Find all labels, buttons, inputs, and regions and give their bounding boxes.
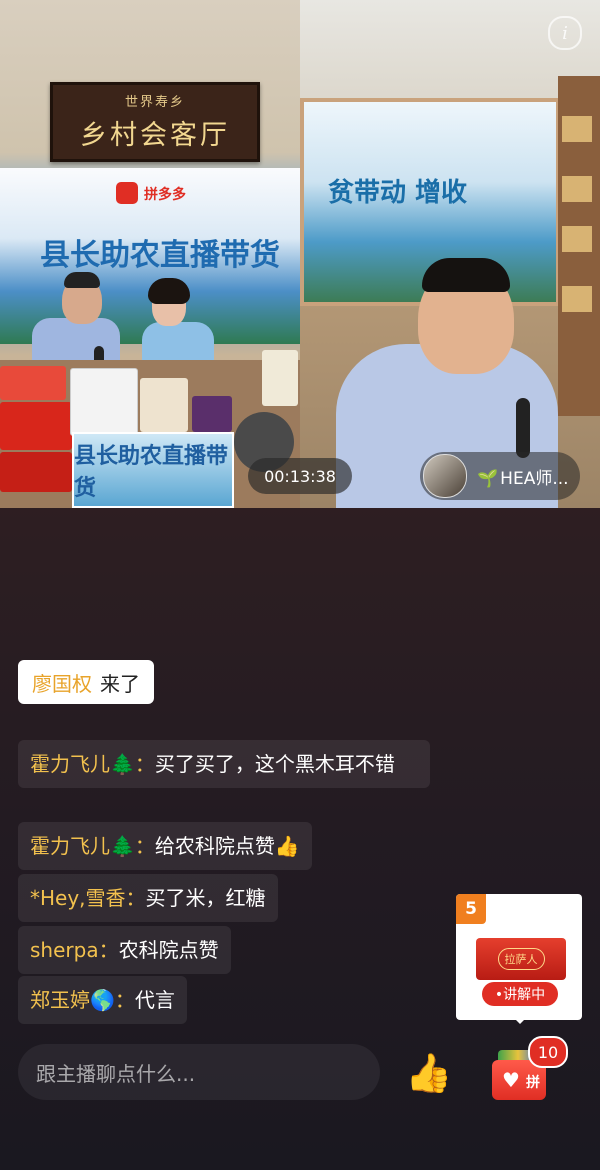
streamer-badge[interactable]: 🌱 HEA师... [420,452,580,500]
gift-box [0,366,66,400]
chat-user-name[interactable]: 霍力飞儿🌲： [30,752,155,776]
product-thumb-text: 拉萨人 [497,948,545,970]
cart-pin-label: 拼 [526,1075,540,1091]
heart-icon: ♥ [502,1068,520,1092]
product-banner: 县长助农直播带货 [72,432,234,508]
info-icon[interactable]: i [548,16,582,50]
chat-message: 郑玉婷🌎：代言 [18,976,187,1024]
join-user-name[interactable]: 廖国权 [32,668,92,697]
chat-input[interactable]: 跟主播聊点什么... [18,1044,380,1100]
microphone-icon [516,398,530,458]
chat-message: 霍力飞儿🌲：买了买了，这个黑木耳不错 [18,740,430,788]
chat-message: *Hey,雪香：买了米，红糖 [18,874,278,922]
leaf-icon: 🌱 [477,468,499,489]
sign-subtitle: 世界寿乡 [124,95,185,110]
hanging-sign: 世界寿乡 乡村会客厅 [50,82,260,162]
product-thumbnail[interactable]: 拉萨人 [476,938,566,980]
live-timer: 00:13:38 [248,458,352,494]
host-left-hair [64,272,100,288]
live-video[interactable]: 世界寿乡 乡村会客厅 拼多多 县长助农直播带货 县长助农直播带货 贫带动 增收 [0,0,600,508]
chat-text: 给农科院点赞👍 [154,834,300,858]
banner-title: 县长助农直播带货 [40,238,280,273]
pinduoduo-logo-icon [116,182,138,204]
product-index-badge: 5 [456,894,486,924]
chat-user-name[interactable]: 霍力飞儿🌲： [30,834,155,858]
like-icon[interactable]: 👍 [404,1048,454,1098]
right-banner-title: 贫带动 增收 [328,178,468,208]
chat-user-name[interactable]: 郑玉婷🌎： [30,988,135,1012]
right-camera-feed: 贫带动 增收 [300,0,600,508]
chat-text: 买了买了，这个黑木耳不错 [154,752,395,776]
product-bag [140,378,188,432]
speaker-hair [422,258,510,292]
chat-user-name[interactable]: *Hey,雪香： [30,886,146,910]
host-right-hair [148,278,190,304]
banner-brand: 拼多多 [144,187,186,203]
card-pointer [512,1016,528,1024]
product-jar [192,396,232,432]
product-banner-text: 县长助农直播带货 [74,443,229,501]
chat-text: 代言 [134,988,175,1012]
bookshelf [558,76,600,416]
avatar[interactable] [423,454,467,498]
featured-product-card[interactable]: 5 拉萨人 •讲解中 [456,894,582,1024]
streamer-name: HEA师... [500,468,569,489]
sign-title: 乡村会客厅 [80,120,230,151]
chat-user-name[interactable]: sherpa： [30,938,119,962]
gift-box [0,452,72,492]
chat-text: 买了米，红糖 [145,886,266,910]
product-bag [262,350,298,406]
explaining-badge: •讲解中 [482,982,558,1006]
cart-count-badge: 10 [528,1036,568,1068]
chat-text: 农科院点赞 [118,938,219,962]
product-bag [70,368,138,436]
chat-message: 霍力飞儿🌲：给农科院点赞👍 [18,822,312,870]
chat-message: sherpa：农科院点赞 [18,926,231,974]
left-camera-feed: 世界寿乡 乡村会客厅 拼多多 县长助农直播带货 县长助农直播带货 [0,0,300,508]
join-text: 来了 [100,671,140,696]
gift-box [0,402,72,450]
join-notice: 廖国权 来了 [18,660,154,704]
